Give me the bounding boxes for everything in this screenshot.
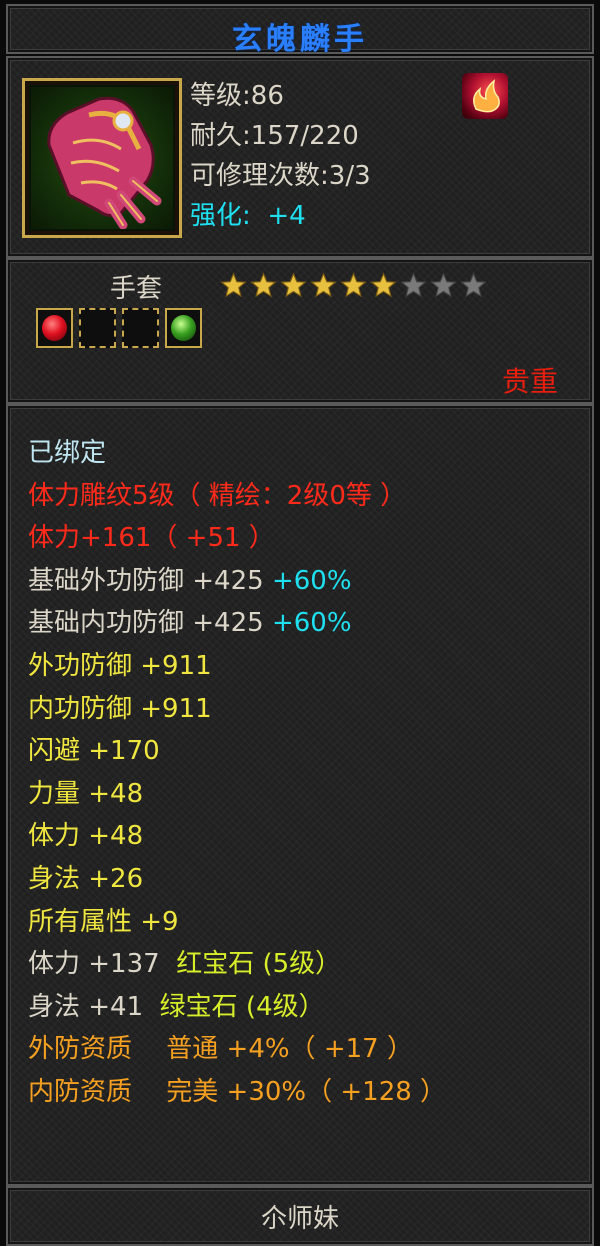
gem2-stat: 身法 +41 [28,991,144,1022]
durability-row: 耐久:157/220 [190,121,359,151]
star-filled-icon [310,272,337,299]
flame-emblem-graphic [473,79,500,113]
level-value: 86 [250,81,284,111]
star-filled-icon [340,272,367,299]
repair-value: 3/3 [328,161,371,191]
socket-green-gem[interactable] [165,308,202,348]
bound-status: 已绑定 [28,438,107,468]
owner-name: 尒师妹 [260,1204,339,1234]
flame-emblem-icon[interactable] [462,73,508,119]
red-gem-icon [42,315,67,341]
int-def-line: 内功防御 +911 [28,693,212,724]
agility-line: 身法 +26 [28,863,144,894]
gem1-stat: 体力 +137 [28,949,160,980]
all-attr-line: 所有属性 +9 [28,906,179,937]
base-ext-def-pct: +60% [271,565,352,596]
base-int-def-text: 基础内功防御 +425 [28,608,264,639]
attribute-list: 已绑定 体力雕纹5级（ 精绘：2级0等 ） 体力+161（ +51 ） 基础外功… [28,432,446,1114]
star-filled-icon [250,272,277,299]
durability-value: 157/220 [250,121,359,151]
level-row: 等级:86 [190,81,284,111]
title-bar: 玄魄麟手 [6,4,594,57]
enhance-value: +4 [267,201,306,231]
gauntlet-icon-graphic [47,96,162,230]
base-ext-def-text: 基础外功防御 +425 [28,565,264,596]
level-label: 等级 [190,81,243,111]
engrave-line: 体力雕纹5级（ 精绘：2级0等 ） [28,480,407,511]
gem1-line: 体力 +137 红宝石 (5级） [28,943,446,986]
item-type: 手套 [110,274,163,304]
green-gem-icon [171,315,196,341]
base-int-def-pct: +60% [271,608,352,639]
socket-empty[interactable] [79,308,116,348]
dodge-line: 闪避 +170 [28,736,160,767]
star-empty-icon [400,272,427,299]
int-quality-line: 内防资质 完美 +30%（ +128 ） [28,1076,447,1107]
base-ext-def-line: 基础外功防御 +425 +60% [28,560,446,603]
enhance-label: 强化 [190,201,243,231]
star-rating [220,272,487,299]
stamina-line: 体力 +48 [28,821,144,852]
gem2-line: 身法 +41 绿宝石 (4级） [28,986,446,1029]
gem2-name: 绿宝石 (4级） [159,991,325,1022]
socket-empty[interactable] [122,308,159,348]
gem1-name: 红宝石 (5级） [176,949,342,980]
repair-row: 可修理次数:3/3 [190,161,371,191]
ext-quality-line: 外防资质 普通 +4%（ +17 ） [28,1034,413,1065]
durability-label: 耐久 [190,121,243,151]
star-empty-icon [460,272,487,299]
gauntlet-icon [29,85,175,231]
stamina-main-line: 体力+161（ +51 ） [28,523,275,554]
rarity-label: 贵重 [501,365,558,398]
star-filled-icon [280,272,307,299]
item-portrait-frame[interactable] [22,78,182,238]
socket-red-gem[interactable] [36,308,73,348]
star-filled-icon [370,272,397,299]
strength-line: 力量 +48 [28,778,144,809]
gem-sockets [36,308,202,348]
item-name: 玄魄麟手 [232,22,368,57]
star-empty-icon [430,272,457,299]
item-stats: 等级:86 耐久:157/220 可修理次数:3/3 强化: +4 [190,78,371,238]
base-int-def-line: 基础内功防御 +425 +60% [28,602,446,645]
enhance-row: 强化: +4 [190,201,306,231]
star-filled-icon [220,272,247,299]
ext-def-line: 外功防御 +911 [28,650,212,681]
repair-label: 可修理次数 [190,161,321,191]
